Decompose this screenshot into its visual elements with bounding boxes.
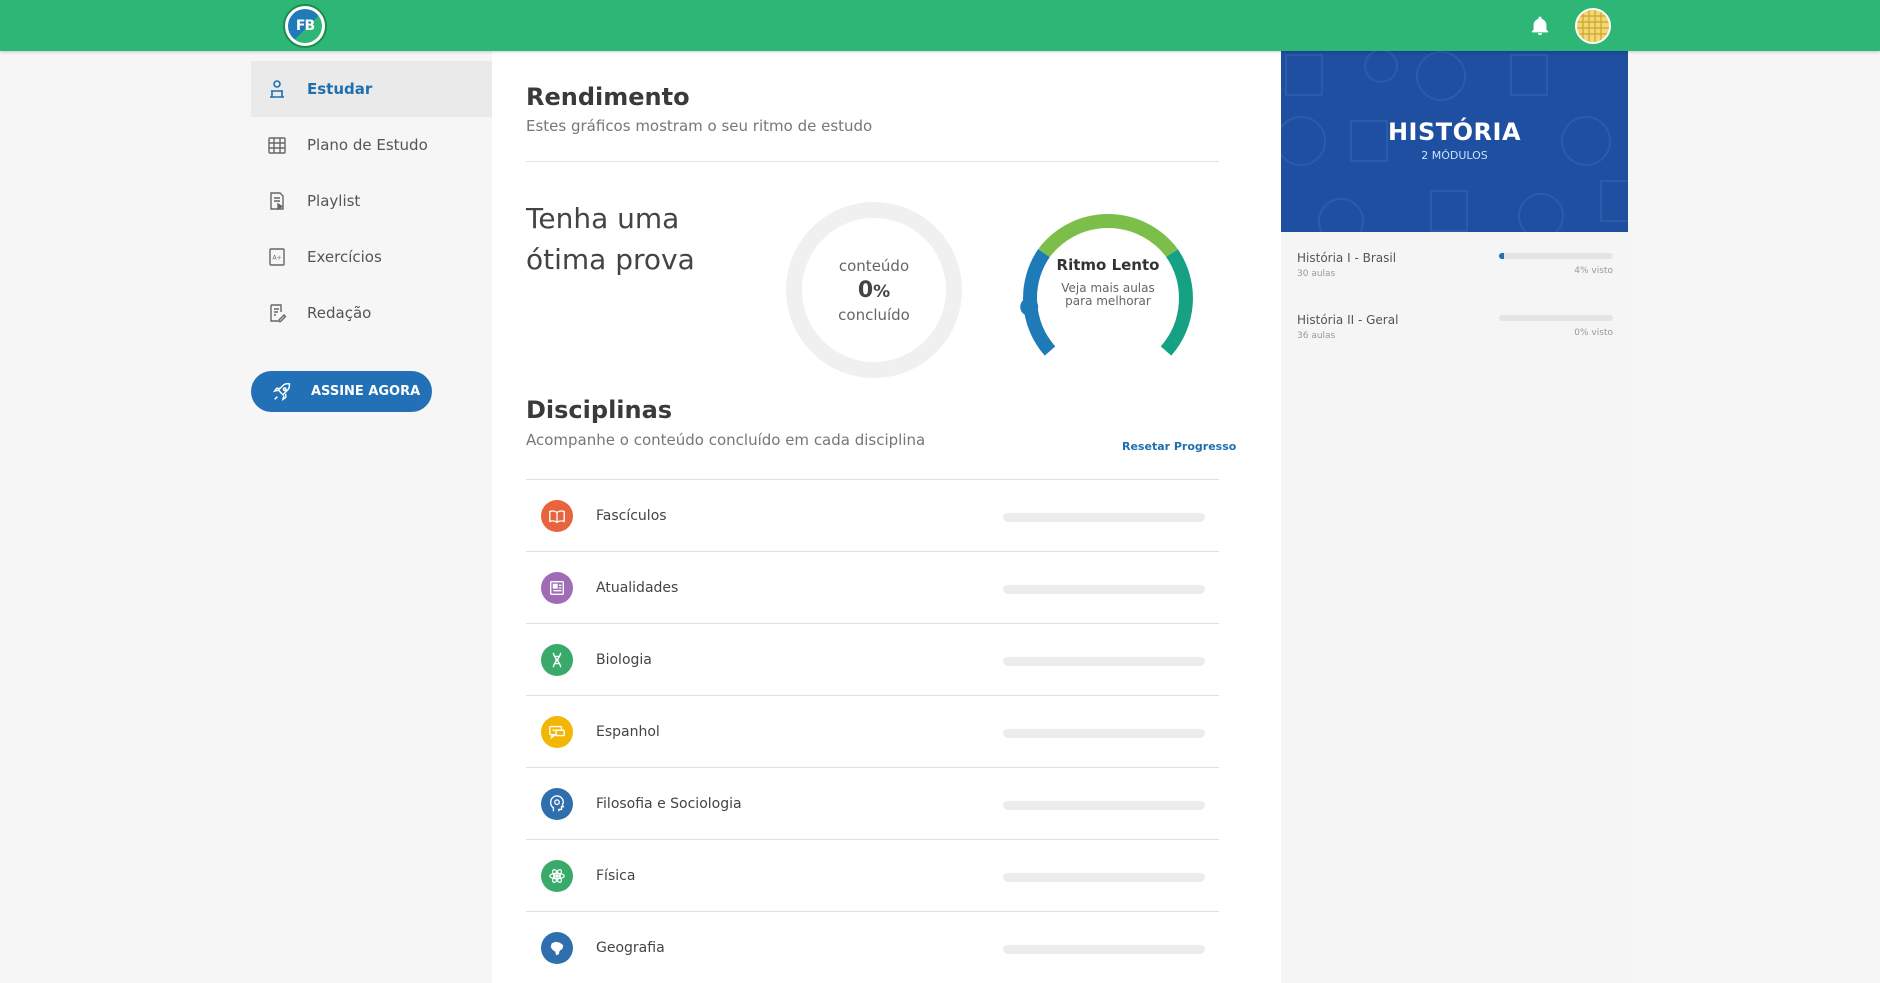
sidebar-item-label: Exercícios bbox=[307, 248, 382, 266]
discipline-progress-bar bbox=[1003, 729, 1205, 738]
discipline-name: Biologia bbox=[596, 651, 652, 668]
discipline-row-fasciculos[interactable]: Fascículos bbox=[526, 480, 1219, 552]
discipline-progress-bar bbox=[1003, 873, 1205, 882]
gauge-hint-line: para melhorar bbox=[1065, 294, 1151, 308]
discipline-name: Geografia bbox=[596, 939, 665, 956]
discipline-progress-bar bbox=[1003, 657, 1205, 666]
sidebar-item-label: Plano de Estudo bbox=[307, 136, 428, 154]
donut-unit: % bbox=[873, 281, 891, 302]
goal-line: ótima prova bbox=[526, 243, 695, 276]
module-lesson-count: 36 aulas bbox=[1297, 331, 1336, 341]
discipline-row-espanhol[interactable]: Espanhol bbox=[526, 696, 1219, 768]
sidebar-item-label: Redação bbox=[307, 304, 372, 322]
sidebar-item-label: Playlist bbox=[307, 192, 361, 210]
goal-line: Tenha uma bbox=[526, 202, 680, 235]
svg-text:A+: A+ bbox=[273, 255, 282, 262]
exercise-aplus-icon: A+ bbox=[266, 246, 288, 268]
app-logo[interactable]: FB bbox=[283, 4, 327, 48]
gauge-title: Ritmo Lento bbox=[1056, 256, 1160, 274]
subject-title: HISTÓRIA bbox=[1387, 118, 1522, 146]
brazil-map-icon bbox=[541, 931, 573, 964]
module-item-historia-i[interactable]: História I - Brasil 30 aulas 4% visto bbox=[1297, 251, 1615, 299]
discipline-row-biologia[interactable]: Biologia bbox=[526, 624, 1219, 696]
module-progress-bar bbox=[1499, 315, 1613, 321]
subscribe-now-label: ASSINE AGORA bbox=[311, 384, 421, 399]
study-desk-icon bbox=[266, 78, 288, 100]
gauge-segment-medium bbox=[1038, 214, 1178, 258]
discipline-row-fisica[interactable]: Física bbox=[526, 840, 1219, 912]
dna-icon bbox=[541, 643, 573, 676]
newspaper-icon bbox=[541, 571, 573, 604]
speech-bubble-icon bbox=[541, 715, 573, 748]
disciplinas-title: Disciplinas bbox=[526, 396, 673, 424]
calendar-grid-icon bbox=[266, 134, 288, 156]
discipline-name: Fascículos bbox=[596, 507, 667, 524]
sidebar-item-plano-de-estudo[interactable]: Plano de Estudo bbox=[251, 117, 492, 173]
donut-value: 0 bbox=[857, 277, 874, 303]
discipline-name: Espanhol bbox=[596, 723, 660, 740]
module-item-historia-ii[interactable]: História II - Geral 36 aulas 0% visto bbox=[1297, 313, 1615, 361]
discipline-row-geografia[interactable]: Geografia bbox=[526, 912, 1219, 983]
atom-icon bbox=[541, 859, 573, 892]
rocket-icon bbox=[271, 381, 293, 403]
module-lesson-count: 30 aulas bbox=[1297, 269, 1336, 279]
reset-progress-link[interactable]: Resetar Progresso bbox=[1122, 440, 1236, 453]
sidebar-item-estudar[interactable]: Estudar bbox=[251, 61, 492, 117]
discipline-name: Física bbox=[596, 867, 636, 884]
goal-message: Tenha uma ótima prova bbox=[526, 198, 726, 280]
module-seen-percent: 0% visto bbox=[1574, 328, 1613, 338]
disciplines-list: Fascículos Atualidades Biologia Espanhol bbox=[526, 479, 1219, 983]
subject-module-count: 2 MÓDULOS bbox=[1421, 149, 1488, 162]
essay-pencil-icon bbox=[266, 302, 288, 324]
sidebar-item-label: Estudar bbox=[307, 80, 373, 98]
progress-fill bbox=[1499, 253, 1504, 259]
sidebar-item-exercicios[interactable]: A+ Exercícios bbox=[251, 229, 492, 285]
donut-label-bottom: concluído bbox=[838, 305, 910, 324]
rendimento-title: Rendimento bbox=[526, 83, 690, 111]
sidebar-item-playlist[interactable]: Playlist bbox=[251, 173, 492, 229]
sidebar: Estudar Plano de Estudo Playlist A+ Exer… bbox=[251, 51, 492, 983]
subject-panel: HISTÓRIA 2 MÓDULOS História I - Brasil 3… bbox=[1281, 51, 1628, 983]
module-progress-bar bbox=[1499, 253, 1613, 259]
sidebar-item-redacao[interactable]: Redação bbox=[251, 285, 492, 341]
top-bar: FB bbox=[0, 0, 1880, 51]
module-name: História II - Geral bbox=[1297, 313, 1399, 327]
module-seen-percent: 4% visto bbox=[1574, 266, 1613, 276]
donut-percentage: 0% bbox=[858, 278, 890, 303]
discipline-row-filosofia-e-sociologia[interactable]: Filosofia e Sociologia bbox=[526, 768, 1219, 840]
divider bbox=[526, 161, 1219, 162]
discipline-progress-bar bbox=[1003, 513, 1205, 522]
discipline-name: Filosofia e Sociologia bbox=[596, 795, 742, 812]
donut-label-top: conteúdo bbox=[838, 256, 910, 275]
book-icon bbox=[541, 499, 573, 532]
main-content: Rendimento Estes gráficos mostram o seu … bbox=[492, 51, 1282, 983]
head-gear-icon bbox=[541, 787, 573, 820]
discipline-name: Atualidades bbox=[596, 579, 679, 596]
rendimento-subtitle: Estes gráficos mostram o seu ritmo de es… bbox=[526, 117, 873, 135]
discipline-row-atualidades[interactable]: Atualidades bbox=[526, 552, 1219, 624]
disciplinas-subtitle: Acompanhe o conteúdo concluído em cada d… bbox=[526, 431, 926, 449]
subscribe-now-button[interactable]: ASSINE AGORA bbox=[251, 371, 432, 412]
bell-icon[interactable] bbox=[1529, 15, 1551, 37]
discipline-progress-bar bbox=[1003, 585, 1205, 594]
discipline-progress-bar bbox=[1003, 945, 1205, 954]
donut-label: conteúdo 0% concluído bbox=[784, 200, 964, 380]
playlist-document-icon bbox=[266, 190, 288, 212]
gauge-needle bbox=[1020, 297, 1039, 316]
gauge-label: Ritmo Lento Veja mais aulas para melhora… bbox=[1043, 256, 1173, 308]
avatar[interactable] bbox=[1575, 8, 1611, 44]
discipline-progress-bar bbox=[1003, 801, 1205, 810]
subject-hero: HISTÓRIA 2 MÓDULOS bbox=[1281, 51, 1628, 232]
logo-mark: FB bbox=[288, 9, 322, 43]
module-name: História I - Brasil bbox=[1297, 251, 1397, 265]
